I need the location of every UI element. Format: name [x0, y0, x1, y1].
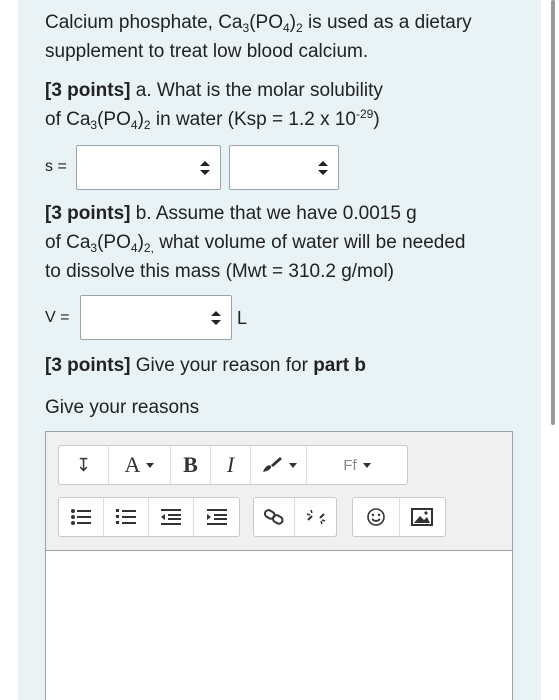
toolbar-row-2-lists: [58, 497, 240, 537]
part-c-prompt: [3 points] Give your reason for part b: [45, 355, 366, 376]
indent-button[interactable]: [194, 498, 239, 536]
part-b-prompt: [3 points] b. Assume that we have 0.0015…: [45, 203, 466, 282]
s-value-select[interactable]: [76, 145, 221, 190]
s-unit-select[interactable]: [229, 145, 339, 190]
font-family-button[interactable]: Ff: [307, 446, 407, 484]
part-b-points: [3 points]: [45, 203, 131, 224]
insert-emoji-button[interactable]: [353, 498, 400, 536]
scrollbar[interactable]: [551, 0, 555, 425]
italic-button[interactable]: I: [211, 446, 251, 484]
part-a-prompt: [3 points] a. What is the molar solubili…: [45, 80, 383, 132]
brush-icon: [262, 457, 282, 472]
part-a-points: [3 points]: [45, 80, 131, 101]
bold-button[interactable]: B: [171, 446, 211, 484]
link-icon: [263, 509, 284, 525]
editor-content-area[interactable]: [46, 552, 512, 700]
unordered-list-button[interactable]: [59, 498, 104, 536]
editor-toolbar: ↧ A B I Ff: [46, 432, 512, 551]
v-label: V =: [45, 309, 70, 326]
reason-label: Give your reasons: [45, 397, 200, 418]
highlight-button[interactable]: [251, 446, 307, 484]
v-unit-label: L: [237, 308, 248, 328]
outdent-icon: [161, 509, 181, 525]
insert-link-button[interactable]: [254, 498, 296, 536]
toolbar-row-2-insert: [352, 497, 446, 537]
v-value-select[interactable]: [80, 295, 232, 340]
part-c-points: [3 points]: [45, 355, 131, 376]
indent-icon: [206, 509, 227, 525]
smiley-icon: [366, 508, 385, 526]
s-label: s =: [45, 158, 67, 175]
expand-icon: ↧: [75, 454, 92, 475]
toolbar-row-2-links: [253, 497, 337, 537]
ordered-list-button[interactable]: [104, 498, 149, 536]
dropdown-caret-icon: [288, 462, 297, 468]
rich-text-editor: ↧ A B I Ff: [45, 431, 513, 700]
unlink-icon: [306, 509, 325, 525]
toolbar-row-1: ↧ A B I Ff: [58, 445, 408, 485]
insert-image-button[interactable]: [400, 498, 446, 536]
numbered-list-icon: [116, 509, 136, 524]
select-arrows-icon: [318, 160, 328, 175]
select-arrows-icon: [211, 310, 221, 325]
question-intro: Calcium phosphate, Ca3(PO4)2 is used as …: [45, 12, 472, 62]
dropdown-caret-icon: [146, 462, 155, 468]
outdent-button[interactable]: [149, 498, 194, 536]
bullet-list-icon: [71, 509, 91, 525]
expand-toolbar-button[interactable]: ↧: [59, 446, 109, 484]
dropdown-caret-icon: [362, 462, 371, 468]
select-arrows-icon: [200, 160, 210, 175]
unlink-button[interactable]: [295, 498, 336, 536]
font-color-button[interactable]: A: [109, 446, 171, 484]
image-icon: [411, 508, 434, 526]
